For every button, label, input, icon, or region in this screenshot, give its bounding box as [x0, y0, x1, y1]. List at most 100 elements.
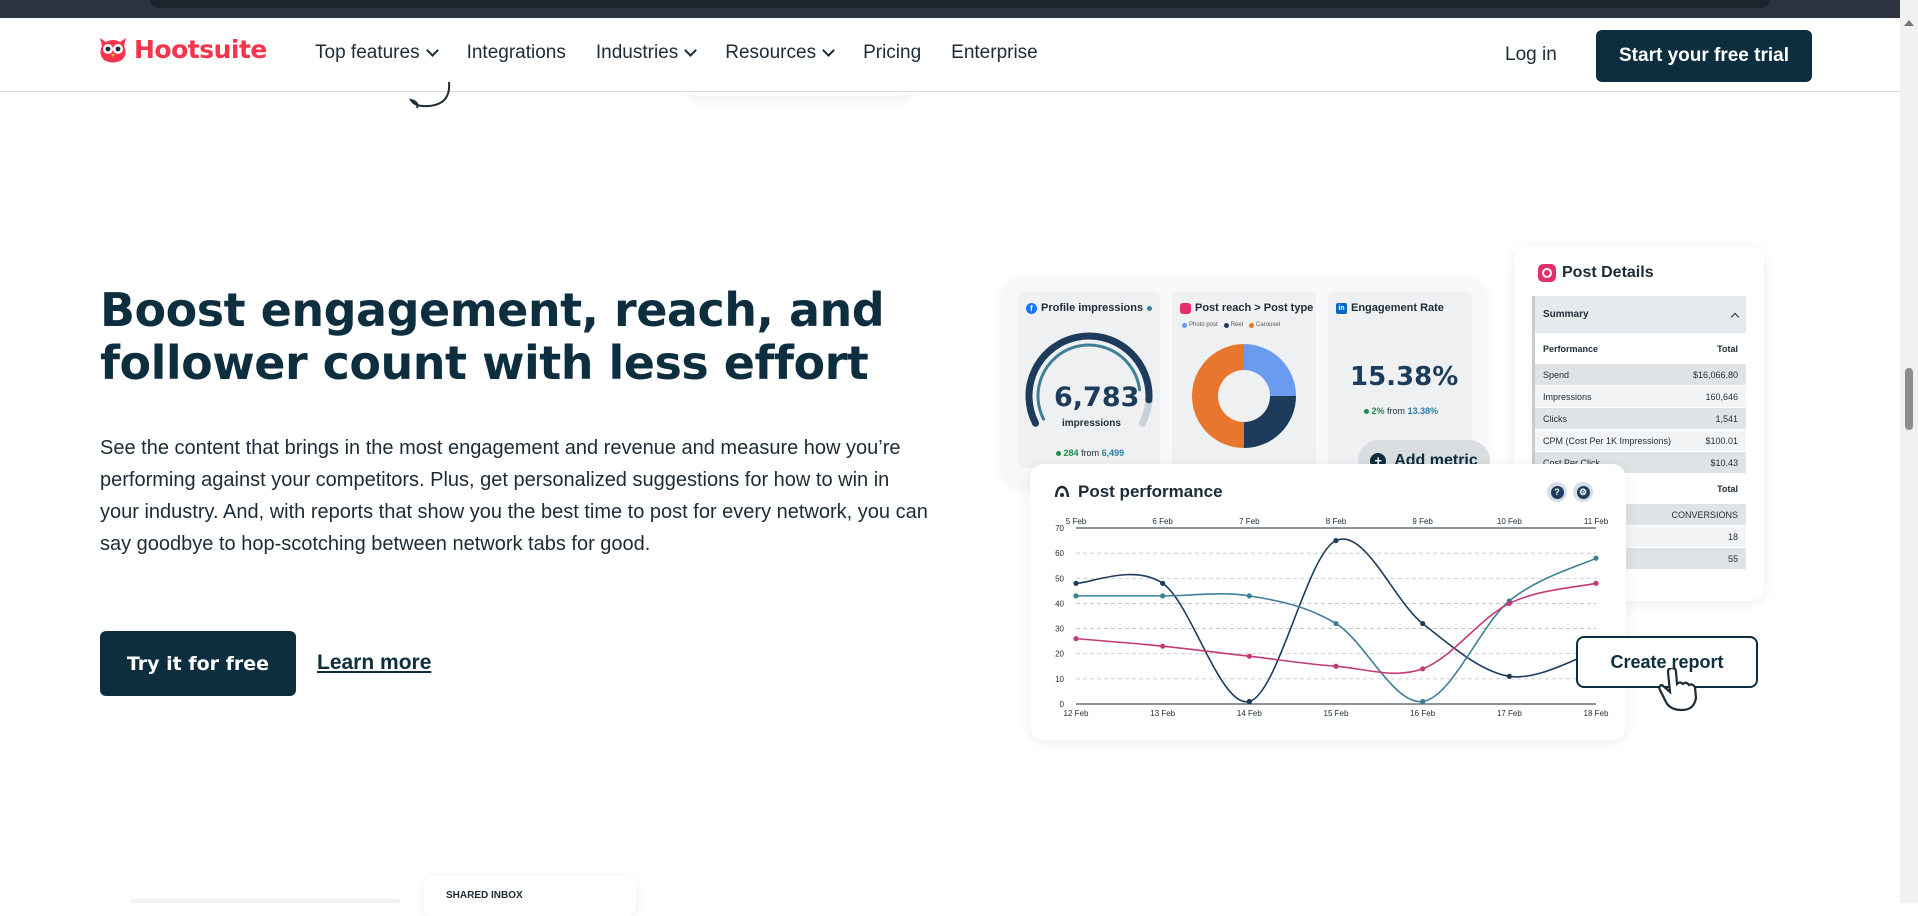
- post-reach-donut: [1192, 344, 1296, 448]
- main-nav: Top features Integrations Industries Res…: [315, 42, 1068, 64]
- x-top-tick-label: 5 Feb: [1066, 517, 1087, 526]
- up-arrow-icon: [1364, 409, 1369, 414]
- cell: Spend: [1543, 369, 1570, 380]
- decorative-card-shadow: [690, 86, 910, 96]
- data-point: [1420, 620, 1426, 627]
- cell: 18: [1727, 531, 1738, 542]
- owl-icon: [100, 38, 126, 63]
- nav-label: Resources: [725, 42, 817, 63]
- instagram-icon: [1538, 264, 1556, 282]
- start-free-trial-button[interactable]: Start your free trial: [1596, 30, 1812, 82]
- cell: Clicks: [1543, 413, 1567, 424]
- series-line: [1075, 557, 1597, 703]
- chevron-down-icon: [425, 44, 439, 57]
- scroll-up-arrow-icon[interactable]: [1904, 20, 1914, 26]
- profile-impressions-card: f Profile impressions 6,783 impressions 2…: [1018, 292, 1160, 468]
- data-point: [1506, 600, 1512, 607]
- data-point: [1420, 666, 1426, 672]
- scrollbar-thumb[interactable]: [1905, 368, 1913, 430]
- browser-top-bar: [0, 0, 1918, 18]
- y-tick-label: 20: [1055, 650, 1064, 659]
- nav-integrations[interactable]: Integrations: [467, 42, 566, 64]
- browser-address-bar: [150, 0, 1770, 8]
- delta-value: 2%: [1371, 406, 1385, 416]
- x-tick-label: 13 Feb: [1150, 709, 1175, 718]
- login-link[interactable]: Log in: [1505, 44, 1557, 66]
- chevron-down-icon: [684, 44, 698, 57]
- x-tick-label: 14 Feb: [1237, 709, 1262, 718]
- data-point: [1160, 580, 1166, 586]
- try-it-free-button[interactable]: Try it for free: [100, 631, 296, 696]
- from-value: 13.38%: [1407, 406, 1439, 416]
- hootsuite-logo[interactable]: Hootsuite: [96, 32, 267, 66]
- donut-slice: [1192, 344, 1244, 448]
- summary-header[interactable]: Summary: [1535, 296, 1746, 334]
- summary-label: Summary: [1543, 309, 1589, 320]
- data-point: [1073, 580, 1079, 586]
- x-tick-label: 12 Feb: [1064, 709, 1089, 718]
- post-performance-card: Post performance ? ⚙ 0 10 20 30 40 50 60 70 12 F…: [1030, 464, 1626, 740]
- nav-industries[interactable]: Industries: [595, 42, 698, 64]
- x-tick-label: 15 Feb: [1324, 709, 1349, 718]
- engagement-delta: 2% from 13.38%: [1364, 406, 1438, 416]
- data-point: [1333, 620, 1339, 627]
- nav-top-features[interactable]: Top features: [315, 42, 439, 64]
- nav-label: Top features: [315, 42, 420, 63]
- hand-cursor-icon: [1658, 668, 1698, 712]
- table-row: CPM (Cost Per 1K Impressions) $100.01: [1535, 430, 1746, 452]
- series-line: [1075, 538, 1597, 703]
- y-tick-label: 60: [1055, 549, 1064, 558]
- data-point: [1506, 673, 1512, 679]
- cell: $16,066.80: [1692, 369, 1738, 380]
- donut-slice: [1244, 344, 1296, 396]
- data-point: [1593, 580, 1599, 586]
- x-tick-label: 16 Feb: [1410, 709, 1435, 718]
- nav-label: Industries: [595, 42, 679, 63]
- from-value: 6,499: [1101, 448, 1125, 458]
- learn-more-link[interactable]: Learn more: [317, 651, 431, 675]
- page-scrollbar[interactable]: [1900, 0, 1918, 903]
- data-point: [1246, 698, 1252, 705]
- data-point: [1160, 593, 1166, 599]
- data-point: [1593, 555, 1599, 561]
- col-header: Total: [1717, 483, 1738, 494]
- data-point: [1246, 653, 1252, 659]
- cell: $100.01: [1705, 435, 1738, 446]
- col-header: Performance: [1543, 343, 1599, 354]
- nav-enterprise[interactable]: Enterprise: [951, 42, 1038, 64]
- y-tick-label: 50: [1055, 574, 1064, 583]
- decorative-line: [130, 899, 400, 903]
- nav-pricing[interactable]: Pricing: [863, 42, 921, 64]
- data-point: [1160, 643, 1166, 649]
- swirl-doodle-icon: [408, 81, 451, 109]
- site-header: Hootsuite Top features Integrations Indu…: [0, 18, 1900, 92]
- data-point: [1073, 636, 1079, 642]
- cell: 55: [1727, 553, 1738, 564]
- engagement-rate-value: 15.38%: [1350, 362, 1459, 392]
- x-top-tick-label: 7 Feb: [1239, 517, 1260, 526]
- x-tick-label: 18 Feb: [1584, 709, 1609, 718]
- data-point: [1073, 593, 1079, 599]
- data-point: [1333, 537, 1339, 544]
- table-header-row: Performance Total: [1535, 334, 1746, 364]
- nav-resources[interactable]: Resources: [725, 42, 835, 64]
- x-top-tick-label: 8 Feb: [1326, 517, 1347, 526]
- data-point: [1246, 593, 1252, 599]
- cell: $10.43: [1710, 457, 1738, 468]
- cell: CPM (Cost Per 1K Impressions): [1543, 435, 1672, 446]
- card-title: in Engagement Rate: [1336, 302, 1444, 314]
- hero-title: Boost engagement, reach, and follower co…: [100, 283, 885, 390]
- impressions-delta: 284 from 6,499: [1056, 448, 1124, 458]
- y-tick-label: 70: [1055, 524, 1064, 533]
- delta-value: 284: [1063, 448, 1079, 458]
- table-row: Clicks 1,541: [1535, 408, 1746, 430]
- data-point: [1420, 698, 1426, 705]
- impressions-unit: impressions: [1062, 418, 1121, 429]
- impressions-gauge: [1025, 332, 1153, 427]
- table-row: Spend $16,066.80: [1535, 364, 1746, 386]
- post-performance-chart: 0 10 20 30 40 50 60 70 12 Feb 13 Feb 14 Feb 15 Feb 1…: [1055, 517, 1609, 718]
- chevron-up-icon: [1730, 312, 1740, 321]
- cell: 160,646: [1705, 391, 1738, 402]
- y-tick-label: 30: [1055, 625, 1064, 634]
- cell: CONVERSIONS: [1671, 509, 1738, 520]
